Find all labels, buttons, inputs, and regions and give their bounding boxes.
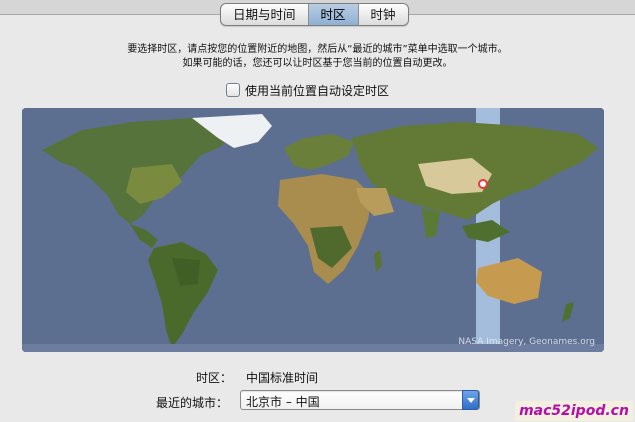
description-line-2: 如果可能的话，您还可以让时区基于您当前的位置自动更改。 — [182, 58, 453, 69]
selected-location-marker — [478, 179, 488, 189]
auto-timezone-checkbox[interactable] — [226, 83, 240, 97]
auto-timezone-row[interactable]: 使用当前位置自动设定时区 — [226, 82, 389, 98]
map-credit: NASA Imagery, Geonames.org — [458, 337, 595, 347]
timezone-label: 时区： — [196, 371, 233, 385]
tab-date-time[interactable]: 日期与时间 — [221, 4, 309, 25]
watermark-text: mac52ipod.cn — [515, 401, 633, 421]
tab-clock[interactable]: 时钟 — [359, 4, 408, 25]
tab-bar: 日期与时间 时区 时钟 — [220, 3, 409, 26]
auto-timezone-label[interactable]: 使用当前位置自动设定时区 — [245, 82, 389, 99]
timezone-value: 中国标准时间 — [246, 371, 319, 385]
nearest-city-label: 最近的城市： — [156, 396, 229, 410]
nearest-city-value[interactable]: 北京市 – 中国 — [246, 393, 320, 410]
description-line-1: 要选择时区，请点按您的位置附近的地图，然后从“最近的城市”菜单中选取一个城市。 — [127, 44, 508, 55]
world-map-image[interactable] — [22, 108, 604, 352]
dropdown-arrow-icon[interactable] — [462, 390, 479, 410]
nearest-city-select[interactable]: 北京市 – 中国 — [240, 390, 480, 410]
world-map[interactable]: NASA Imagery, Geonames.org — [22, 108, 604, 352]
tab-timezone[interactable]: 时区 — [308, 4, 359, 25]
